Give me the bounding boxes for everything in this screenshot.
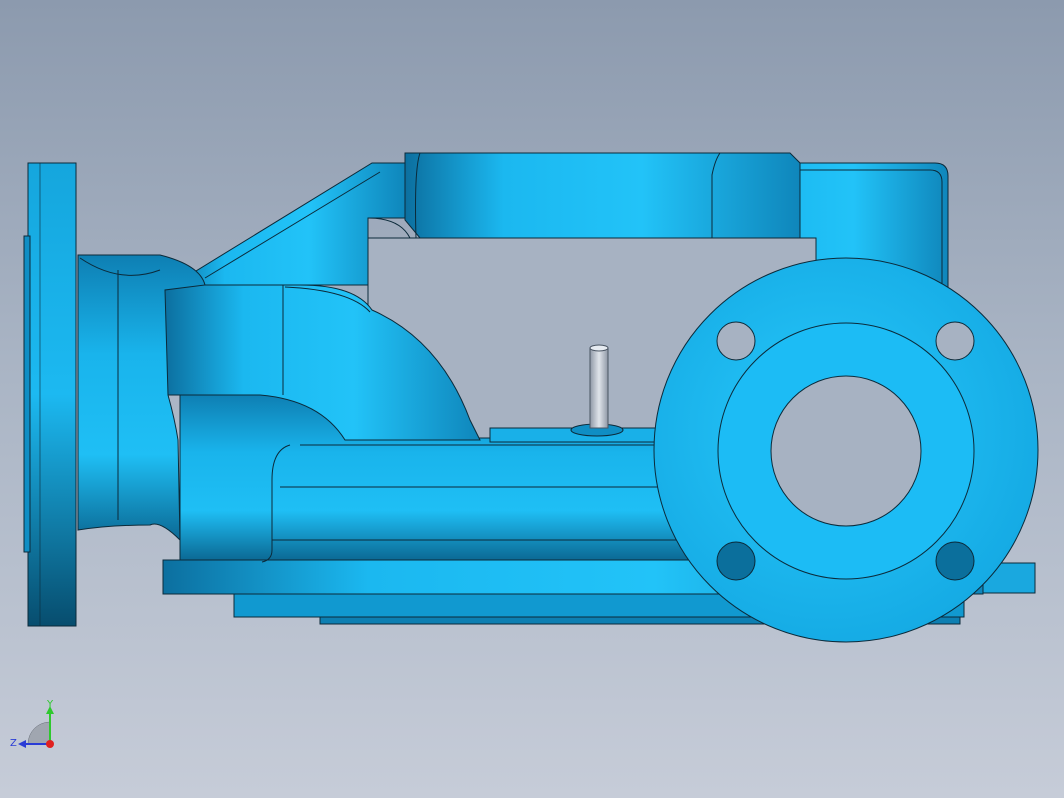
bolt-hole-bottom-right <box>935 541 975 581</box>
vertical-pin-top <box>589 344 609 352</box>
left-flange-lip <box>23 235 31 553</box>
bolt-hole-bottom-left <box>716 541 756 581</box>
triad-hub <box>27 721 51 745</box>
rib-corner <box>367 217 411 239</box>
z-axis-label: Z <box>10 738 17 749</box>
vertical-pin <box>589 347 609 429</box>
top-bar <box>404 152 801 239</box>
pump-housing-model[interactable] <box>0 0 1064 798</box>
graphics-viewport[interactable]: Y Z <box>0 0 1064 798</box>
y-axis-label: Y <box>46 699 54 710</box>
z-axis-arrow <box>18 740 26 748</box>
right-flange-bore <box>770 375 922 527</box>
view-orientation-triad[interactable]: Y Z <box>8 698 68 758</box>
x-axis-dot <box>46 740 54 748</box>
bolt-hole-top-right <box>935 321 975 361</box>
bolt-hole-top-left <box>716 321 756 361</box>
left-flange <box>27 162 77 627</box>
